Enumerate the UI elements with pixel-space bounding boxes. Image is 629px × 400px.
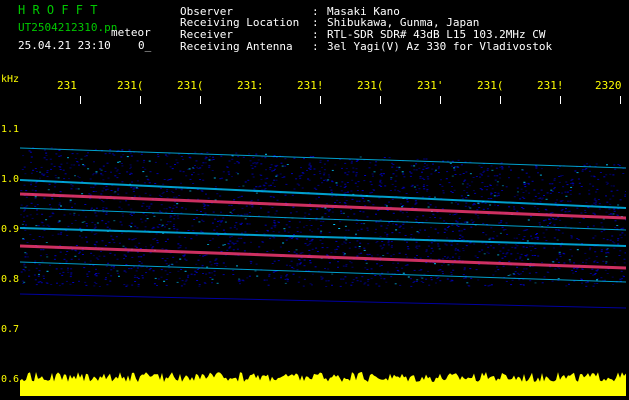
y-tick-label: 0.6 [1,374,20,385]
x-tick-label: 231 [57,79,77,92]
spectrum-trace [20,179,626,209]
x-tick-label: 231( [177,79,204,92]
x-tick-label: 231! [297,79,324,92]
info-value: 3el Yagi(V) Az 330 for Vladivostok [327,40,553,53]
x-tick-label: 231' [417,79,444,92]
file-tag: meteor [111,26,151,39]
brand-title: H R O F F T [18,3,98,17]
y-tick-label: 1.1 [1,124,20,135]
amplitude-strip [20,372,626,396]
x-tick-label: 231: [237,79,264,92]
x-tick-label: 231( [477,79,504,92]
x-tick-label: 231( [117,79,144,92]
spectrogram-plot [20,147,626,396]
spectrum-trace [20,192,626,220]
spectrum-trace [20,293,626,309]
y-axis-unit: kHz [1,74,20,85]
spectrum-trace [20,147,626,169]
x-tick-label: 231! [537,79,564,92]
y-tick-label: 1.0 [1,174,20,185]
y-tick-label: 0.7 [1,324,20,335]
x-tick-label: 2320 [595,79,622,92]
y-tick-label: 0.9 [1,224,20,235]
info-label: Receiving Antenna [180,40,293,53]
file-name: UT2504212310.pn [18,21,118,34]
hrofft-window: H R O F F T UT2504212310.pn meteor 25.04… [0,0,629,400]
x-tick-label: 231( [357,79,384,92]
spectrum-trace [20,207,626,231]
status-code: 0_ [138,39,152,52]
datetime-readout: 25.04.21 23:10 [18,39,111,52]
y-tick-label: 0.8 [1,274,20,285]
spectrogram-traces [20,147,626,309]
info-sep: : [312,40,319,53]
amplitude-fill [20,372,626,396]
